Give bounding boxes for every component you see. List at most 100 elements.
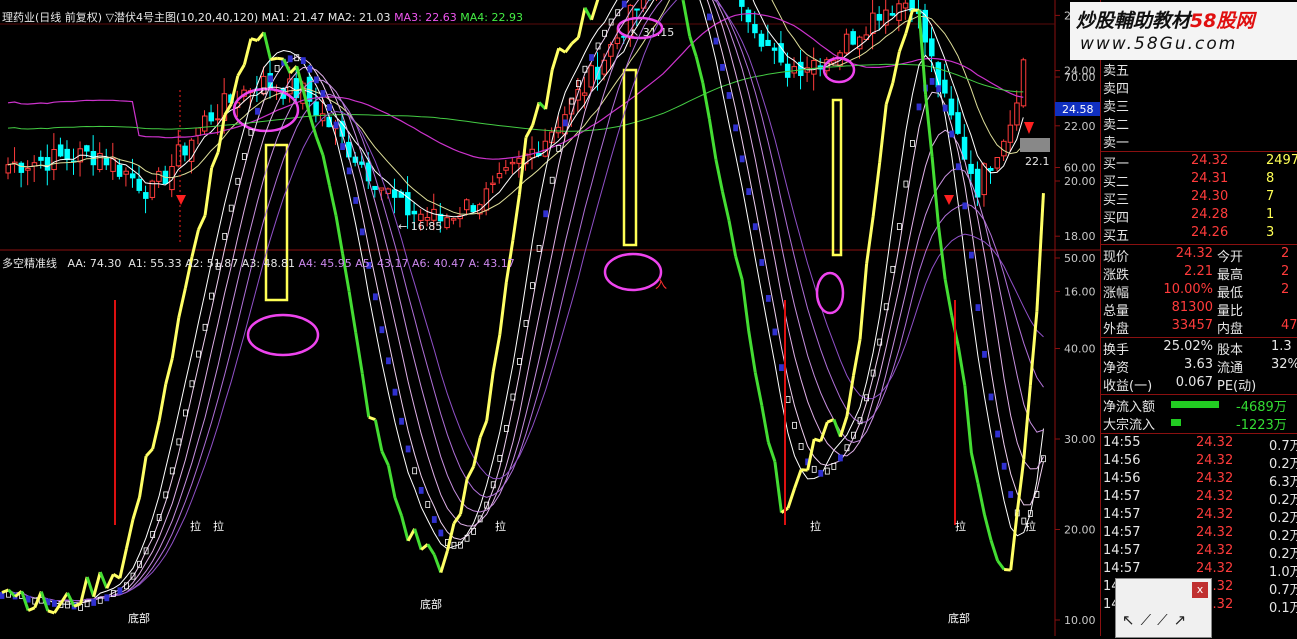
tick-volume: 0.2万	[1269, 543, 1297, 562]
drawing-toolbox[interactable]: x ↖⟋⟋↗	[1115, 578, 1212, 638]
sell-row: 卖五	[1101, 60, 1297, 78]
di-label: 底部	[128, 611, 150, 625]
envelope-line	[2, 0, 1044, 604]
buy-row: 买一24.322497	[1101, 153, 1297, 171]
aa-line-segment	[323, 155, 330, 185]
candle	[412, 211, 417, 213]
candle	[183, 146, 188, 155]
step-box	[177, 439, 181, 445]
tick-time: 14:57	[1103, 525, 1140, 540]
aa-line-segment	[991, 540, 998, 560]
candle	[969, 164, 974, 173]
step-box	[793, 422, 797, 428]
candle	[196, 128, 201, 135]
step-box	[996, 431, 1000, 437]
tick-row: 14:5624.320.2万	[1101, 453, 1297, 471]
buy-row: 买二24.318	[1101, 171, 1297, 189]
candle	[792, 67, 797, 73]
a4-value: A4: 45.95	[299, 257, 352, 270]
candle	[1002, 141, 1007, 156]
aa-line-segment	[28, 608, 35, 611]
step-box	[308, 66, 312, 72]
aa-line-segment	[893, 52, 900, 83]
stat-row: 涨跌2.21最高2	[1101, 264, 1297, 282]
aa-line-segment	[107, 574, 114, 588]
close-icon[interactable]: x	[1192, 582, 1208, 598]
tick-volume: 0.2万	[1269, 489, 1297, 508]
step-box	[544, 211, 548, 217]
sell-label: 卖三	[1103, 96, 1129, 115]
la-label: 拉	[1025, 519, 1036, 533]
step-box	[969, 252, 973, 258]
step-box	[956, 164, 960, 170]
aa-line-segment	[985, 515, 992, 541]
buy-label: 买一	[1103, 153, 1129, 172]
step-box	[721, 64, 725, 70]
candle	[635, 9, 640, 10]
di-label: 底部	[420, 597, 442, 611]
indicator2-name: 多空精准线	[2, 257, 57, 270]
step-box	[354, 197, 358, 203]
price-tag: 24.58	[1062, 103, 1094, 116]
candle	[766, 40, 771, 45]
candle	[982, 164, 987, 195]
step-box	[590, 55, 594, 61]
aa-line-segment	[768, 442, 775, 462]
aa-line-segment	[729, 221, 736, 256]
aa-line-segment	[480, 421, 487, 438]
ma1-value: MA1: 21.47	[262, 11, 325, 24]
step-box	[328, 104, 332, 110]
tick-row: 14:5624.326.3万	[1101, 471, 1297, 489]
tick-price: 24.32	[1196, 435, 1233, 450]
draw-tools[interactable]: ↖⟋⟋↗	[1122, 611, 1192, 629]
stat-row: 换手25.02%股本1.3	[1101, 339, 1297, 357]
bottom-axis-label: 60.00	[1064, 162, 1096, 175]
buy-price: 24.31	[1191, 171, 1228, 186]
aa-line-segment	[716, 160, 723, 192]
bottom-axis-label: 20.00	[1064, 524, 1096, 537]
candle	[19, 163, 24, 172]
aa-line-segment	[316, 137, 323, 155]
tick-price: 24.32	[1196, 561, 1233, 576]
step-box	[799, 443, 803, 449]
aa-line-segment	[926, 94, 933, 157]
highlight-box	[266, 145, 287, 300]
sell-row: 卖二	[1101, 114, 1297, 132]
aa-line-segment	[546, 70, 553, 109]
candle	[491, 183, 496, 184]
aa-line-segment	[873, 162, 880, 216]
tick-row: 14:5724.321.0万	[1101, 561, 1297, 579]
buy-row: 买五24.263	[1101, 225, 1297, 243]
envelope-line	[2, 0, 1044, 601]
step-box	[734, 125, 738, 131]
step-box	[1002, 463, 1006, 469]
tick-volume: 6.3万	[1269, 471, 1297, 490]
buy-label: 入	[655, 277, 667, 291]
divider	[1101, 337, 1297, 338]
aa-line-segment	[153, 421, 160, 449]
aa-line-segment	[238, 65, 245, 76]
aa-line-segment	[965, 386, 972, 453]
step-box	[714, 38, 718, 44]
highlight-box	[833, 100, 841, 255]
aa-line-segment	[244, 39, 251, 65]
step-box	[983, 351, 987, 357]
candle	[956, 113, 961, 134]
bottom-axis-label: 30.00	[1064, 433, 1096, 446]
aa-line-segment	[703, 83, 710, 119]
stat-value2: 2	[1281, 246, 1289, 261]
stat-label: 现价	[1103, 246, 1129, 265]
aa-line-segment	[434, 555, 441, 573]
tick-row: 14:5724.320.2万	[1101, 525, 1297, 543]
step-box	[819, 470, 823, 476]
tick-volume: 0.2万	[1269, 525, 1297, 544]
candle	[484, 189, 489, 210]
chart-area[interactable]: 28.0026.0024.0022.0020.0018.0016.0080.00…	[0, 0, 1100, 636]
step-box	[825, 468, 829, 474]
kline-chart[interactable]: 28.0026.0024.0022.0020.0018.0016.0080.00…	[0, 0, 1100, 636]
aa-line-segment	[87, 577, 94, 597]
candle	[556, 127, 561, 132]
candle	[949, 99, 954, 115]
bottom-header: 多空精准线 AA: 74.30 A1: 55.33 A2: 51.87 A3: …	[2, 255, 515, 271]
aa-line-segment	[683, 1, 690, 37]
